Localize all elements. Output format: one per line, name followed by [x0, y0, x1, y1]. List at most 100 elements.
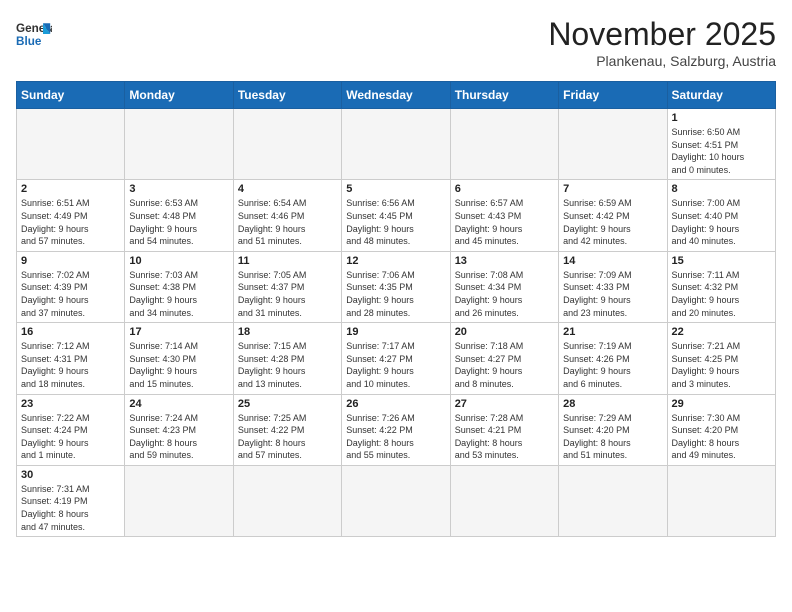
day-info: Sunrise: 7:25 AM Sunset: 4:22 PM Dayligh… [238, 412, 337, 462]
day-info: Sunrise: 7:21 AM Sunset: 4:25 PM Dayligh… [672, 340, 771, 390]
calendar-cell [125, 465, 233, 536]
calendar-week-row: 16 Sunrise: 7:12 AM Sunset: 4:31 PM Dayli… [17, 323, 776, 394]
title-block: November 2025 Plankenau, Salzburg, Austr… [548, 16, 776, 69]
calendar-cell [450, 109, 558, 180]
calendar-cell [342, 465, 450, 536]
calendar-cell: 24 Sunrise: 7:24 AM Sunset: 4:23 PM Dayli… [125, 394, 233, 465]
calendar-cell: 28Sunrise: 7:29 AM Sunset: 4:20 PM Dayli… [559, 394, 667, 465]
calendar-cell: 23Sunrise: 7:22 AM Sunset: 4:24 PM Dayli… [17, 394, 125, 465]
calendar-cell [125, 109, 233, 180]
calendar-cell: 3Sunrise: 6:53 AM Sunset: 4:48 PM Daylig… [125, 180, 233, 251]
day-info: Sunrise: 6:57 AM Sunset: 4:43 PM Dayligh… [455, 197, 554, 247]
day-number: 9 [21, 255, 120, 267]
day-info: Sunrise: 7:00 AM Sunset: 4:40 PM Dayligh… [672, 197, 771, 247]
calendar-cell [342, 109, 450, 180]
day-info: Sunrise: 7:15 AM Sunset: 4:28 PM Dayligh… [238, 340, 337, 390]
day-info: Sunrise: 7:26 AM Sunset: 4:22 PM Dayligh… [346, 412, 445, 462]
day-number: 27 [455, 398, 554, 410]
day-info: Sunrise: 7:02 AM Sunset: 4:39 PM Dayligh… [21, 269, 120, 319]
calendar-cell: 21Sunrise: 7:19 AM Sunset: 4:26 PM Dayli… [559, 323, 667, 394]
day-info: Sunrise: 7:18 AM Sunset: 4:27 PM Dayligh… [455, 340, 554, 390]
day-number: 10 [129, 255, 228, 267]
day-info: Sunrise: 6:54 AM Sunset: 4:46 PM Dayligh… [238, 197, 337, 247]
day-info: Sunrise: 7:17 AM Sunset: 4:27 PM Dayligh… [346, 340, 445, 390]
month-title: November 2025 [548, 16, 776, 53]
calendar-cell: 25 Sunrise: 7:25 AM Sunset: 4:22 PM Dayli… [233, 394, 341, 465]
weekday-header-monday: Monday [125, 82, 233, 109]
calendar-cell [667, 465, 775, 536]
logo-icon: General Blue [16, 16, 52, 52]
calendar-cell: 26 Sunrise: 7:26 AM Sunset: 4:22 PM Dayli… [342, 394, 450, 465]
calendar-cell: 9 Sunrise: 7:02 AM Sunset: 4:39 PM Daylig… [17, 251, 125, 322]
day-number: 15 [672, 255, 771, 267]
calendar-cell: 17 Sunrise: 7:14 AM Sunset: 4:30 PM Dayli… [125, 323, 233, 394]
calendar-cell: 11 Sunrise: 7:05 AM Sunset: 4:37 PM Dayli… [233, 251, 341, 322]
weekday-header-sunday: Sunday [17, 82, 125, 109]
day-number: 21 [563, 326, 662, 338]
day-number: 13 [455, 255, 554, 267]
weekday-header-tuesday: Tuesday [233, 82, 341, 109]
calendar-cell: 15 Sunrise: 7:11 AM Sunset: 4:32 PM Dayli… [667, 251, 775, 322]
day-info: Sunrise: 7:28 AM Sunset: 4:21 PM Dayligh… [455, 412, 554, 462]
calendar-cell: 29 Sunrise: 7:30 AM Sunset: 4:20 PM Dayli… [667, 394, 775, 465]
calendar-week-row: 23Sunrise: 7:22 AM Sunset: 4:24 PM Dayli… [17, 394, 776, 465]
day-info: Sunrise: 7:31 AM Sunset: 4:19 PM Dayligh… [21, 483, 120, 533]
calendar-cell: 13Sunrise: 7:08 AM Sunset: 4:34 PM Dayli… [450, 251, 558, 322]
calendar-cell: 30 Sunrise: 7:31 AM Sunset: 4:19 PM Dayli… [17, 465, 125, 536]
calendar-cell: 22 Sunrise: 7:21 AM Sunset: 4:25 PM Dayli… [667, 323, 775, 394]
calendar-cell: 27 Sunrise: 7:28 AM Sunset: 4:21 PM Dayli… [450, 394, 558, 465]
day-number: 7 [563, 183, 662, 195]
calendar-cell: 18Sunrise: 7:15 AM Sunset: 4:28 PM Dayli… [233, 323, 341, 394]
day-info: Sunrise: 7:14 AM Sunset: 4:30 PM Dayligh… [129, 340, 228, 390]
day-number: 26 [346, 398, 445, 410]
calendar-week-row: 30 Sunrise: 7:31 AM Sunset: 4:19 PM Dayli… [17, 465, 776, 536]
day-info: Sunrise: 7:24 AM Sunset: 4:23 PM Dayligh… [129, 412, 228, 462]
day-number: 17 [129, 326, 228, 338]
day-info: Sunrise: 7:12 AM Sunset: 4:31 PM Dayligh… [21, 340, 120, 390]
day-info: Sunrise: 7:03 AM Sunset: 4:38 PM Dayligh… [129, 269, 228, 319]
calendar-cell: 10 Sunrise: 7:03 AM Sunset: 4:38 PM Dayli… [125, 251, 233, 322]
page-header: General Blue November 2025 Plankenau, Sa… [16, 16, 776, 69]
day-info: Sunrise: 7:05 AM Sunset: 4:37 PM Dayligh… [238, 269, 337, 319]
day-number: 11 [238, 255, 337, 267]
calendar-cell [17, 109, 125, 180]
day-number: 5 [346, 183, 445, 195]
calendar-table: SundayMondayTuesdayWednesdayThursdayFrid… [16, 81, 776, 537]
day-info: Sunrise: 7:09 AM Sunset: 4:33 PM Dayligh… [563, 269, 662, 319]
day-info: Sunrise: 7:06 AM Sunset: 4:35 PM Dayligh… [346, 269, 445, 319]
day-number: 1 [672, 112, 771, 124]
weekday-header-wednesday: Wednesday [342, 82, 450, 109]
day-number: 22 [672, 326, 771, 338]
day-info: Sunrise: 6:53 AM Sunset: 4:48 PM Dayligh… [129, 197, 228, 247]
day-info: Sunrise: 6:56 AM Sunset: 4:45 PM Dayligh… [346, 197, 445, 247]
day-info: Sunrise: 6:50 AM Sunset: 4:51 PM Dayligh… [672, 126, 771, 176]
calendar-cell: 19 Sunrise: 7:17 AM Sunset: 4:27 PM Dayli… [342, 323, 450, 394]
calendar-header-row: SundayMondayTuesdayWednesdayThursdayFrid… [17, 82, 776, 109]
calendar-cell [450, 465, 558, 536]
day-number: 25 [238, 398, 337, 410]
day-info: Sunrise: 7:30 AM Sunset: 4:20 PM Dayligh… [672, 412, 771, 462]
day-number: 19 [346, 326, 445, 338]
day-number: 14 [563, 255, 662, 267]
calendar-cell: 16 Sunrise: 7:12 AM Sunset: 4:31 PM Dayli… [17, 323, 125, 394]
day-number: 29 [672, 398, 771, 410]
day-number: 12 [346, 255, 445, 267]
calendar-cell [233, 465, 341, 536]
calendar-cell [559, 465, 667, 536]
day-info: Sunrise: 7:11 AM Sunset: 4:32 PM Dayligh… [672, 269, 771, 319]
day-number: 30 [21, 469, 120, 481]
calendar-cell: 1 Sunrise: 6:50 AM Sunset: 4:51 PM Daylig… [667, 109, 775, 180]
svg-text:Blue: Blue [16, 35, 42, 48]
day-number: 24 [129, 398, 228, 410]
day-number: 16 [21, 326, 120, 338]
calendar-cell: 2 Sunrise: 6:51 AM Sunset: 4:49 PM Daylig… [17, 180, 125, 251]
day-info: Sunrise: 7:29 AM Sunset: 4:20 PM Dayligh… [563, 412, 662, 462]
day-info: Sunrise: 6:51 AM Sunset: 4:49 PM Dayligh… [21, 197, 120, 247]
day-info: Sunrise: 6:59 AM Sunset: 4:42 PM Dayligh… [563, 197, 662, 247]
day-number: 2 [21, 183, 120, 195]
calendar-cell [559, 109, 667, 180]
calendar-cell: 14 Sunrise: 7:09 AM Sunset: 4:33 PM Dayli… [559, 251, 667, 322]
day-number: 6 [455, 183, 554, 195]
day-number: 4 [238, 183, 337, 195]
calendar-cell [233, 109, 341, 180]
